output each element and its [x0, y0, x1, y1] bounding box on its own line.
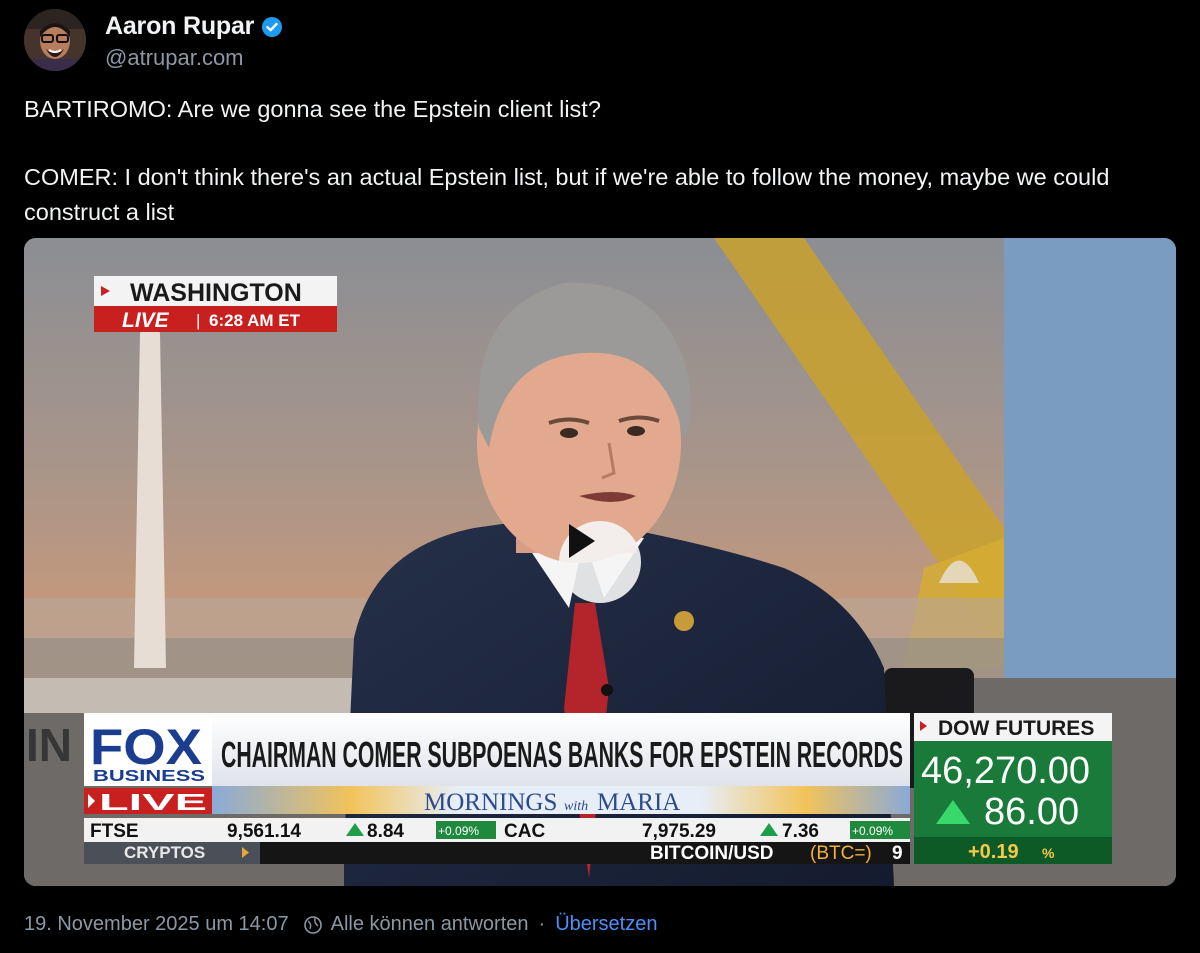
- post-text: BARTIROMO: Are we gonna see the Epstein …: [24, 92, 1164, 230]
- post-footer: 19. November 2025 um 14:07 Alle können a…: [24, 913, 657, 936]
- reply-setting-label: Alle können antworten: [330, 913, 529, 935]
- ticker-name: CAC: [504, 821, 545, 842]
- svg-text:9: 9: [892, 843, 903, 864]
- live-label: LIVE: [122, 309, 170, 332]
- ticker-pct: +0.09%: [852, 824, 893, 838]
- translate-link[interactable]: Übersetzen: [555, 913, 657, 936]
- separator: ·: [538, 913, 546, 935]
- ticker-value: 9,561.14: [227, 821, 301, 842]
- dow-change: 86.00: [984, 791, 1079, 833]
- author-handle[interactable]: @atrupar.com: [105, 45, 283, 71]
- show-with: with: [564, 799, 588, 814]
- ticker-change: 7.36: [782, 821, 819, 842]
- post-text-line: BARTIROMO: Are we gonna see the Epstein …: [24, 96, 601, 122]
- time-label: 6:28 AM ET: [209, 311, 301, 330]
- svg-text:|: |: [196, 311, 200, 330]
- author-name[interactable]: Aaron Rupar: [105, 12, 254, 41]
- show-name: MORNINGS: [424, 789, 557, 816]
- fox-text: FOX: [90, 719, 202, 775]
- crypto-label: CRYPTOS: [124, 843, 205, 862]
- avatar-image: [24, 9, 86, 71]
- background-text: IN: [26, 719, 72, 771]
- ticker-change: 8.84: [367, 821, 404, 842]
- play-icon: [569, 524, 595, 558]
- play-button[interactable]: [559, 521, 641, 603]
- video-player[interactable]: WASHINGTON LIVE | 6:28 AM ET IN FOX BUSI…: [24, 238, 1176, 886]
- dow-value: 46,270.00: [921, 750, 1090, 792]
- dow-label: DOW FUTURES: [938, 717, 1094, 740]
- globe-icon: [303, 915, 322, 934]
- crypto-code: (BTC=): [810, 843, 872, 864]
- network-live-text: LIVE: [99, 789, 207, 815]
- location-text: WASHINGTON: [130, 279, 302, 307]
- headline-text: CHAIRMAN COMER SUBPOENAS BANKS FOR EPSTE…: [221, 734, 903, 775]
- show-bar: [212, 786, 910, 814]
- ticker-pct: +0.09%: [438, 824, 479, 838]
- verified-badge-icon: [262, 16, 283, 37]
- dow-percent: +0.19: [968, 841, 1019, 863]
- ticker-value: 7,975.29: [642, 821, 716, 842]
- reply-setting: Alle können antworten: [303, 913, 529, 936]
- post-timestamp[interactable]: 19. November 2025 um 14:07: [24, 913, 289, 936]
- post-text-line: COMER: I don't think there's an actual E…: [24, 164, 1110, 225]
- ticker-name: FTSE: [90, 821, 139, 842]
- post-author: Aaron Rupar @atrupar.com: [105, 12, 283, 71]
- avatar[interactable]: [24, 9, 86, 71]
- svg-text:%: %: [1042, 845, 1055, 861]
- business-text: BUSINESS: [93, 768, 205, 785]
- crypto-pair: BITCOIN/USD: [650, 843, 774, 864]
- author-name-row: Aaron Rupar: [105, 12, 283, 41]
- show-host: MARIA: [597, 789, 680, 816]
